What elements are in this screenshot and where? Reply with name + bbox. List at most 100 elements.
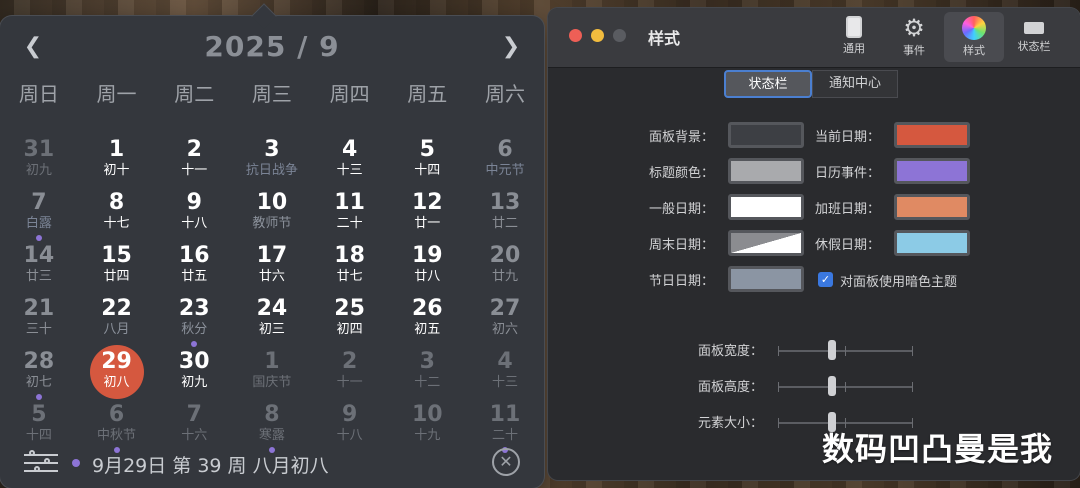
day-cell[interactable]: 20 廿九 bbox=[466, 244, 544, 297]
slider-thumb[interactable] bbox=[827, 340, 836, 360]
day-cell[interactable]: 13 廿二 bbox=[466, 191, 544, 244]
day-cell[interactable]: 15 廿四 bbox=[78, 244, 156, 297]
day-number: 10 bbox=[411, 402, 443, 427]
weekday-label: 周五 bbox=[407, 82, 448, 106]
zoom-window-button[interactable] bbox=[613, 29, 626, 42]
lunar-date: 初三 bbox=[258, 322, 285, 337]
weekday-label: 周六 bbox=[484, 82, 525, 106]
day-cell[interactable]: 4 十三 bbox=[311, 138, 389, 191]
day-cell[interactable]: 26 初五 bbox=[388, 297, 466, 350]
day-cell[interactable]: 18 廿七 bbox=[311, 244, 389, 297]
lunar-date: 初九 bbox=[25, 163, 52, 178]
day-cell[interactable]: 22 八月 bbox=[78, 297, 156, 350]
slider-label: 面板高度： bbox=[698, 380, 764, 395]
lunar-date: 廿五 bbox=[181, 269, 208, 284]
color-well[interactable] bbox=[728, 230, 804, 256]
day-cell[interactable]: 16 廿五 bbox=[155, 244, 233, 297]
day-cell[interactable]: 11 二十 bbox=[311, 191, 389, 244]
slider-row: 面板宽度： bbox=[698, 340, 918, 360]
color-setting-label: 一般日期： bbox=[648, 202, 714, 217]
day-cell[interactable]: 8 十七 bbox=[78, 191, 156, 244]
day-cell[interactable]: 17 廿六 bbox=[233, 244, 311, 297]
day-cell[interactable]: 3 十二 bbox=[388, 350, 466, 403]
day-number: 2 bbox=[186, 137, 202, 162]
lunar-date: 十三 bbox=[491, 375, 518, 390]
segment-statusbar[interactable]: 状态栏 bbox=[724, 70, 812, 98]
weekday-label: 周日 bbox=[18, 82, 59, 106]
day-cell[interactable]: 10 教师节 bbox=[233, 191, 311, 244]
segment-notification-center[interactable]: 通知中心 bbox=[812, 70, 898, 98]
color-well[interactable] bbox=[728, 266, 804, 292]
tab-statusbar[interactable]: 状态栏 bbox=[1004, 12, 1064, 62]
day-cell[interactable]: 19 廿八 bbox=[388, 244, 466, 297]
color-setting-label: 周末日期： bbox=[648, 238, 714, 253]
day-cell[interactable]: 2 十一 bbox=[311, 350, 389, 403]
lunar-date: 十四 bbox=[25, 428, 52, 443]
lunar-date: 廿三 bbox=[25, 269, 52, 284]
close-button[interactable]: ✕ bbox=[492, 448, 520, 476]
day-cell[interactable]: 4 十三 bbox=[466, 350, 544, 403]
color-setting-row: 一般日期： bbox=[558, 194, 804, 220]
tab-events[interactable]: ⚙ 事件 bbox=[884, 12, 944, 62]
day-cell[interactable]: 6 中元节 bbox=[466, 138, 544, 191]
day-cell[interactable]: 1 初十 bbox=[78, 138, 156, 191]
calendar-week: 7 白露 8 十七 9 十八 10 教师节 11 二十 12 廿一 13 廿二 bbox=[0, 191, 544, 244]
lunar-date: 十八 bbox=[181, 216, 208, 231]
color-well[interactable] bbox=[894, 158, 970, 184]
calendar-week: 21 三十 22 八月 23 秋分 24 初三 25 初四 26 初五 27 初六 bbox=[0, 297, 544, 350]
day-cell[interactable]: 2 十一 bbox=[155, 138, 233, 191]
tab-general[interactable]: 通用 bbox=[824, 12, 884, 62]
checkbox-checked[interactable]: ✓ bbox=[818, 272, 833, 287]
day-cell[interactable]: 28 初七 bbox=[0, 350, 78, 403]
tab-label: 事件 bbox=[903, 44, 925, 57]
day-cell[interactable]: 12 廿一 bbox=[388, 191, 466, 244]
slider-thumb[interactable] bbox=[827, 376, 836, 396]
color-well[interactable] bbox=[728, 158, 804, 184]
sliders-icon[interactable] bbox=[24, 450, 58, 476]
lunar-date: 廿二 bbox=[491, 216, 518, 231]
day-number: 9 bbox=[186, 190, 202, 215]
color-well[interactable] bbox=[894, 122, 970, 148]
close-window-button[interactable] bbox=[569, 29, 582, 42]
lunar-date: 初五 bbox=[414, 322, 441, 337]
day-cell[interactable]: 14 廿三 bbox=[0, 244, 78, 297]
day-cell[interactable]: 25 初四 bbox=[311, 297, 389, 350]
day-cell[interactable]: 5 十四 bbox=[388, 138, 466, 191]
lunar-date: 十七 bbox=[103, 216, 130, 231]
slider-tick bbox=[845, 382, 846, 392]
day-cell[interactable]: 30 初九 bbox=[155, 350, 233, 403]
color-well[interactable] bbox=[894, 194, 970, 220]
lunar-date: 廿九 bbox=[491, 269, 518, 284]
minimize-window-button[interactable] bbox=[591, 29, 604, 42]
day-number: 22 bbox=[101, 296, 132, 321]
day-cell[interactable]: 23 秋分 bbox=[155, 297, 233, 350]
color-well[interactable] bbox=[728, 194, 804, 220]
calendar-header: ❮ 2025 / 9 ❯ bbox=[0, 28, 544, 68]
next-month-button[interactable]: ❯ bbox=[496, 30, 526, 64]
day-number: 27 bbox=[489, 296, 521, 321]
day-cell[interactable]: 9 十八 bbox=[155, 191, 233, 244]
day-cell[interactable]: 31 初九 bbox=[0, 138, 78, 191]
day-cell[interactable]: 24 初三 bbox=[233, 297, 311, 350]
lunar-date: 三十 bbox=[25, 322, 52, 337]
day-number: 11 bbox=[334, 190, 365, 215]
day-cell[interactable]: 3 抗日战争 bbox=[233, 138, 311, 191]
month-title[interactable]: 2025 / 9 bbox=[0, 30, 544, 63]
calendar-panel: ❮ 2025 / 9 ❯ 周日 周一 周二 周三 周四 周五 周六 31 初九 1 初十 2 十一 3 抗… bbox=[0, 3, 544, 488]
day-number: 14 bbox=[23, 243, 55, 268]
day-cell[interactable]: 7 白露 bbox=[0, 191, 78, 244]
slider-tick bbox=[778, 382, 779, 392]
day-number: 26 bbox=[411, 296, 443, 321]
slider-label: 元素大小： bbox=[698, 416, 764, 431]
color-well[interactable] bbox=[728, 122, 804, 148]
day-cell-today[interactable]: 29 初八 bbox=[78, 345, 156, 403]
color-setting-label: 加班日期： bbox=[814, 202, 880, 217]
color-setting-label: 面板背景： bbox=[648, 130, 714, 145]
day-number: 1 bbox=[108, 137, 125, 162]
color-well[interactable] bbox=[894, 230, 970, 256]
day-cell[interactable]: 27 初六 bbox=[466, 297, 544, 350]
day-cell[interactable]: 21 三十 bbox=[0, 297, 78, 350]
tab-style[interactable]: 样式 bbox=[944, 12, 1004, 62]
lunar-date: 中元节 bbox=[485, 163, 525, 178]
day-cell[interactable]: 1 国庆节 bbox=[233, 350, 311, 403]
